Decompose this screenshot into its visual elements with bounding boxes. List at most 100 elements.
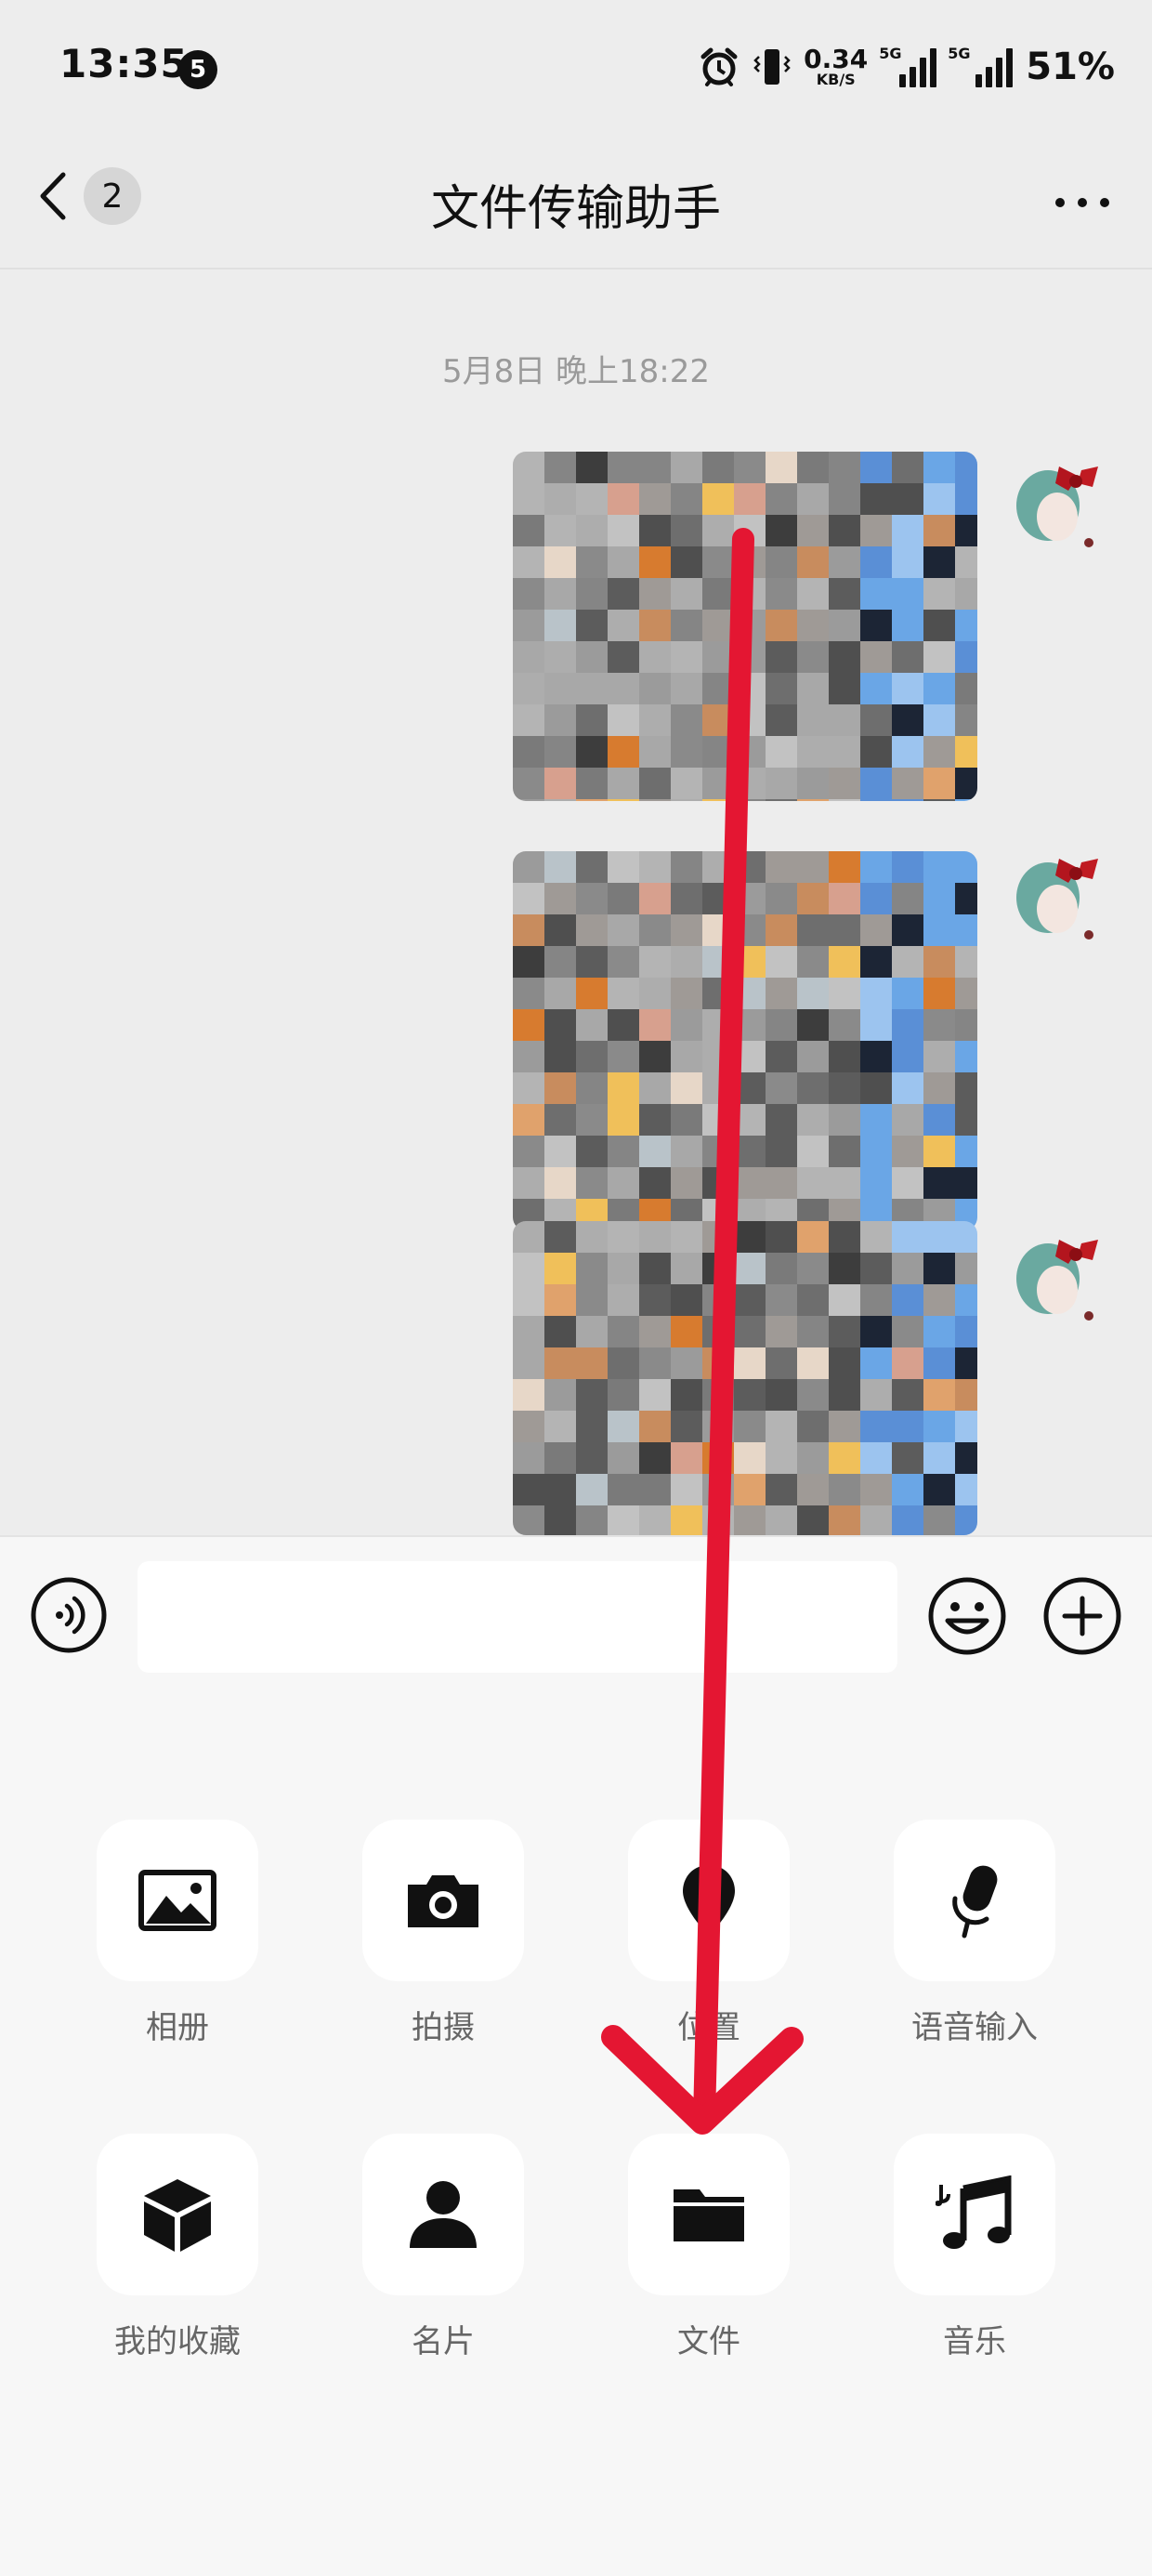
photo-album-icon <box>138 1870 216 1931</box>
mosaic-tile <box>544 851 576 883</box>
mosaic-tile <box>576 483 608 515</box>
user-avatar[interactable] <box>1003 450 1111 558</box>
tool-contact-card-tile[interactable] <box>362 2134 524 2295</box>
mosaic-tile <box>797 1253 829 1284</box>
mosaic-tile <box>671 978 702 1009</box>
image-message-2[interactable] <box>513 851 977 1230</box>
mosaic-tile <box>797 1411 829 1442</box>
tool-voice-input[interactable]: 语音输入 <box>894 1820 1055 2047</box>
tool-favorites[interactable]: 我的收藏 <box>97 2134 258 2361</box>
signal-1-label: 5G <box>879 45 902 62</box>
mosaic-tile <box>576 1284 608 1316</box>
mosaic-tile <box>639 851 671 883</box>
mosaic-tile <box>923 799 955 801</box>
mosaic-tile <box>860 1167 892 1199</box>
tool-music[interactable]: 音乐 <box>894 2134 1055 2361</box>
mosaic-tile <box>860 1136 892 1167</box>
mosaic-tile <box>734 673 766 704</box>
mosaic-tile <box>544 704 576 736</box>
mosaic-tile <box>797 1442 829 1474</box>
mosaic-tile <box>513 946 544 978</box>
mosaic-tile <box>955 1379 977 1411</box>
mosaic-tile <box>576 704 608 736</box>
mosaic-tile <box>734 1072 766 1104</box>
pixelated-image <box>513 851 977 1230</box>
mosaic-tile <box>544 1284 576 1316</box>
mosaic-tile <box>829 1072 860 1104</box>
mosaic-tile <box>797 1505 829 1535</box>
tool-favorites-tile[interactable] <box>97 2134 258 2295</box>
mosaic-tile <box>576 515 608 546</box>
mosaic-tile <box>923 914 955 946</box>
mosaic-tile <box>576 1253 608 1284</box>
mosaic-tile <box>955 1474 977 1505</box>
mosaic-tile <box>671 1167 702 1199</box>
mosaic-tile <box>829 1474 860 1505</box>
tool-camera[interactable]: 拍摄 <box>362 1820 524 2047</box>
mosaic-tile <box>576 736 608 768</box>
mosaic-tile <box>544 641 576 673</box>
mosaic-tile <box>576 978 608 1009</box>
tool-voice-input-tile[interactable] <box>894 1820 1055 1981</box>
mosaic-tile <box>639 946 671 978</box>
voice-mode-button[interactable] <box>30 1576 108 1654</box>
tool-file[interactable]: 文件 <box>628 2134 790 2361</box>
tool-camera-label: 拍摄 <box>412 2009 475 2046</box>
message-text-input[interactable] <box>137 1561 897 1673</box>
more-options-button[interactable] <box>1050 175 1115 230</box>
mosaic-tile <box>544 1347 576 1379</box>
mosaic-tile <box>955 799 977 801</box>
mosaic-tile <box>513 578 544 610</box>
tool-location[interactable]: 位置 <box>628 1820 790 2047</box>
tool-camera-tile[interactable] <box>362 1820 524 1981</box>
mosaic-tile <box>955 1347 977 1379</box>
mosaic-tile <box>576 946 608 978</box>
mosaic-tile <box>671 578 702 610</box>
mosaic-tile <box>702 610 734 641</box>
chat-messages[interactable]: 5月8日 晚上18:22 <box>0 269 1152 1535</box>
mosaic-tile <box>860 1316 892 1347</box>
mosaic-tile <box>892 768 923 799</box>
tool-file-tile[interactable] <box>628 2134 790 2295</box>
vibrate-icon <box>753 49 791 85</box>
mosaic-tile <box>608 1316 639 1347</box>
mosaic-tile <box>797 1072 829 1104</box>
mosaic-tile <box>639 610 671 641</box>
mosaic-tile <box>860 1505 892 1535</box>
back-button[interactable]: 2 <box>37 167 141 225</box>
mosaic-tile <box>797 546 829 578</box>
tool-location-tile[interactable] <box>628 1820 790 1981</box>
signal-strength-1: 5G <box>879 45 937 87</box>
image-message-1[interactable] <box>513 452 977 801</box>
mosaic-tile <box>513 978 544 1009</box>
mosaic-tile <box>608 1104 639 1136</box>
mosaic-tile <box>702 914 734 946</box>
more-actions-button[interactable] <box>1042 1576 1122 1656</box>
mosaic-tile <box>671 1253 702 1284</box>
emoji-button[interactable] <box>927 1576 1007 1656</box>
mosaic-tile <box>702 768 734 799</box>
mosaic-tile <box>860 578 892 610</box>
mosaic-tile <box>671 1009 702 1041</box>
mosaic-tile <box>797 452 829 483</box>
tool-album-tile[interactable] <box>97 1820 258 1981</box>
mosaic-tile <box>513 546 544 578</box>
mosaic-tile <box>608 1474 639 1505</box>
mosaic-tile <box>639 799 671 801</box>
microphone-icon <box>952 1865 998 1939</box>
tool-album[interactable]: 相册 <box>97 1820 258 2047</box>
mosaic-tile <box>955 578 977 610</box>
mosaic-tile <box>734 851 766 883</box>
mosaic-tile <box>923 1167 955 1199</box>
mosaic-tile <box>923 1379 955 1411</box>
mosaic-tile <box>892 1136 923 1167</box>
user-avatar[interactable] <box>1003 1223 1111 1331</box>
mosaic-tile <box>860 1379 892 1411</box>
user-avatar[interactable] <box>1003 842 1111 950</box>
tool-music-tile[interactable] <box>894 2134 1055 2295</box>
image-message-3[interactable] <box>513 1221 977 1535</box>
tool-favorites-label: 我的收藏 <box>114 2323 241 2360</box>
pixelated-image <box>513 452 977 801</box>
tool-contact-card[interactable]: 名片 <box>362 2134 524 2361</box>
mosaic-tile <box>860 610 892 641</box>
